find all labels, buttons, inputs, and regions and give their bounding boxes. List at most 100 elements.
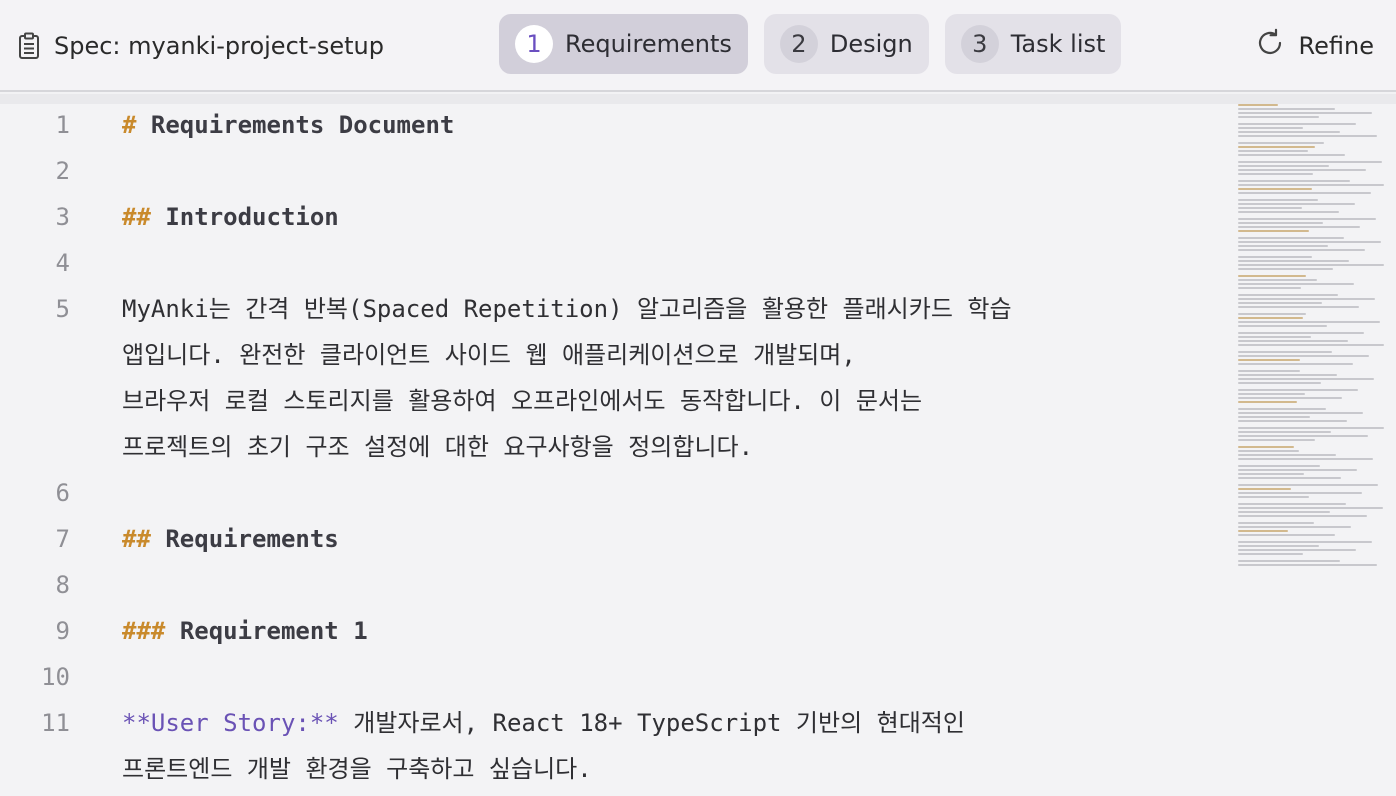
- line-number: 6: [55, 479, 70, 507]
- tab-requirements[interactable]: 1 Requirements: [499, 14, 748, 74]
- heading-marker: ###: [122, 617, 166, 645]
- paragraph-line: 프로젝트의 초기 구조 설정에 대한 요구사항을 정의합니다.: [122, 433, 754, 461]
- minimap-line: [1238, 408, 1326, 410]
- minimap-line: [1238, 382, 1321, 384]
- minimap-line: [1238, 397, 1342, 399]
- minimap-line: [1238, 370, 1300, 372]
- minimap-line: [1238, 256, 1312, 258]
- bold-text: **User Story:**: [122, 709, 339, 737]
- minimap-line: [1238, 135, 1377, 137]
- minimap-line: [1238, 515, 1367, 517]
- minimap-line: [1238, 541, 1372, 543]
- minimap-line: [1238, 374, 1337, 376]
- minimap-line: [1238, 180, 1350, 182]
- minimap-line: [1238, 484, 1378, 486]
- heading-text: Introduction: [165, 203, 339, 231]
- minimap-line: [1238, 188, 1312, 190]
- minimap-line: [1238, 260, 1349, 262]
- minimap-line: [1238, 435, 1368, 437]
- heading-line: # Requirements Document: [122, 102, 454, 148]
- minimap-line: [1238, 127, 1303, 129]
- minimap-line: [1238, 184, 1384, 186]
- minimap-line: [1238, 534, 1335, 536]
- minimap-line: [1238, 363, 1353, 365]
- minimap-line: [1238, 545, 1319, 547]
- minimap-line: [1238, 123, 1356, 125]
- line-number: 1: [55, 111, 70, 139]
- line-number: 11: [41, 709, 70, 737]
- minimap-line: [1238, 477, 1341, 479]
- line-number: 9: [55, 617, 70, 645]
- minimap-line: [1238, 275, 1306, 277]
- minimap-line: [1238, 431, 1331, 433]
- minimap-line: [1238, 203, 1355, 205]
- minimap-line: [1238, 378, 1374, 380]
- minimap-line: [1238, 218, 1376, 220]
- heading-text: Requirements Document: [150, 111, 455, 139]
- minimap-line: [1238, 116, 1319, 118]
- minimap-line: [1238, 340, 1348, 342]
- minimap-line: [1238, 526, 1351, 528]
- spec-name: Spec: myanki-project-setup: [54, 32, 384, 60]
- paragraph-text: 개발자로서, React 18+ TypeScript 기반의 현대적인: [353, 709, 965, 737]
- minimap-line: [1238, 104, 1278, 106]
- step-label: Requirements: [565, 30, 732, 58]
- minimap-line: [1238, 287, 1301, 289]
- minimap-line: [1238, 492, 1362, 494]
- minimap-line: [1238, 503, 1346, 505]
- minimap-line: [1238, 169, 1366, 171]
- minimap-line: [1238, 241, 1381, 243]
- markdown-editor[interactable]: 1 2 3 4 5 6 7 8 9 10 11 # Requirements D…: [0, 94, 1396, 796]
- minimap-line: [1238, 279, 1317, 281]
- paragraph-line: 앱입니다. 완전한 클라이언트 사이드 웹 애플리케이션으로 개발되며,: [122, 341, 856, 369]
- minimap-line: [1238, 222, 1323, 224]
- minimap-line: [1238, 245, 1328, 247]
- minimap-line: [1238, 146, 1315, 148]
- minimap-line: [1238, 507, 1383, 509]
- minimap-line: [1238, 237, 1344, 239]
- minimap-line: [1238, 469, 1357, 471]
- minimap-line: [1238, 294, 1338, 296]
- tab-task-list[interactable]: 3 Task list: [944, 14, 1122, 74]
- line-number: 3: [55, 203, 70, 231]
- minimap-line: [1238, 192, 1371, 194]
- minimap-line: [1238, 412, 1363, 414]
- minimap-line: [1238, 522, 1314, 524]
- minimap[interactable]: [1236, 104, 1386, 584]
- minimap-line: [1238, 393, 1305, 395]
- minimap-line: [1238, 420, 1347, 422]
- minimap-line: [1238, 511, 1330, 513]
- refine-button[interactable]: Refine: [1255, 26, 1374, 66]
- minimap-line: [1238, 325, 1327, 327]
- refine-label: Refine: [1298, 32, 1374, 60]
- minimap-line: [1238, 446, 1294, 448]
- minimap-line: [1238, 268, 1333, 270]
- minimap-line: [1238, 226, 1360, 228]
- minimap-line: [1238, 283, 1354, 285]
- minimap-line: [1238, 150, 1308, 152]
- step-label: Design: [829, 30, 913, 58]
- line-number: 2: [55, 157, 70, 185]
- minimap-line: [1238, 131, 1340, 133]
- minimap-line: [1238, 496, 1309, 498]
- minimap-line: [1238, 564, 1377, 566]
- minimap-line: [1238, 416, 1310, 418]
- minimap-line: [1238, 389, 1358, 391]
- minimap-line: [1238, 439, 1315, 441]
- minimap-line: [1238, 549, 1356, 551]
- minimap-line: [1238, 108, 1335, 110]
- minimap-line: [1238, 427, 1384, 429]
- minimap-line: [1238, 473, 1304, 475]
- minimap-line: [1238, 321, 1380, 323]
- line-number: 4: [55, 249, 70, 277]
- minimap-line: [1238, 488, 1291, 490]
- minimap-line: [1238, 359, 1300, 361]
- tab-design[interactable]: 2 Design: [763, 14, 929, 74]
- minimap-line: [1238, 317, 1303, 319]
- minimap-line: [1238, 165, 1329, 167]
- minimap-line: [1238, 351, 1332, 353]
- paragraph-line: 브라우저 로컬 스토리지를 활용하여 오프라인에서도 동작합니다. 이 문서는: [122, 387, 923, 415]
- minimap-line: [1238, 530, 1288, 532]
- minimap-line: [1238, 298, 1375, 300]
- minimap-line: [1238, 401, 1297, 403]
